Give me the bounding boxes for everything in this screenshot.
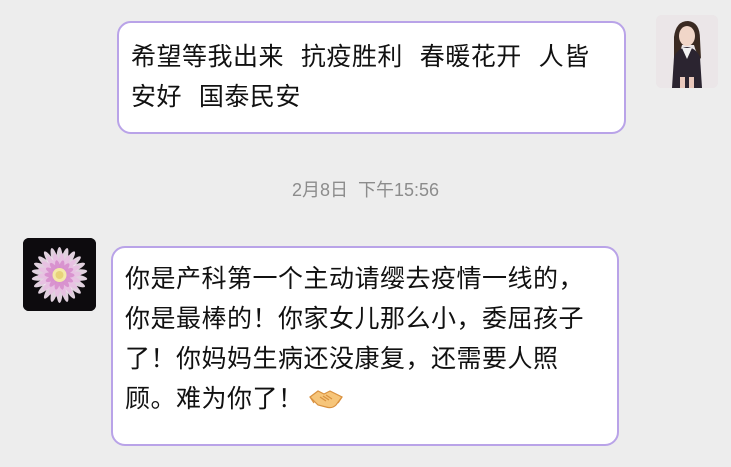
handshake-icon — [308, 390, 343, 409]
timestamp-time: 下午15:56 — [357, 180, 440, 200]
message-text: 你是产科第一个主动请缨去疫情一线的，你是最棒的！你家女儿那么小，委屈孩子了！你妈… — [125, 259, 607, 419]
timestamp-date: 2月8日 — [291, 180, 348, 200]
avatar-self[interactable] — [656, 15, 718, 88]
avatar-dahlia-flower — [23, 238, 96, 311]
message-bubble-incoming[interactable]: 你是产科第一个主动请缨去疫情一线的，你是最棒的！你家女儿那么小，委屈孩子了！你妈… — [111, 246, 619, 446]
avatar-contact[interactable] — [23, 238, 96, 311]
message-timestamp: 2月8日 下午15:56 — [0, 176, 731, 202]
avatar-girl-portrait — [656, 15, 718, 88]
message-text: 希望等我出来 抗疫胜利 春暖花开 人皆安好 国泰民安 — [131, 42, 590, 111]
message-bubble-outgoing[interactable]: 希望等我出来 抗疫胜利 春暖花开 人皆安好 国泰民安 — [117, 21, 626, 134]
message-text-content: 你是产科第一个主动请缨去疫情一线的，你是最棒的！你家女儿那么小，委屈孩子了！你妈… — [125, 264, 585, 413]
